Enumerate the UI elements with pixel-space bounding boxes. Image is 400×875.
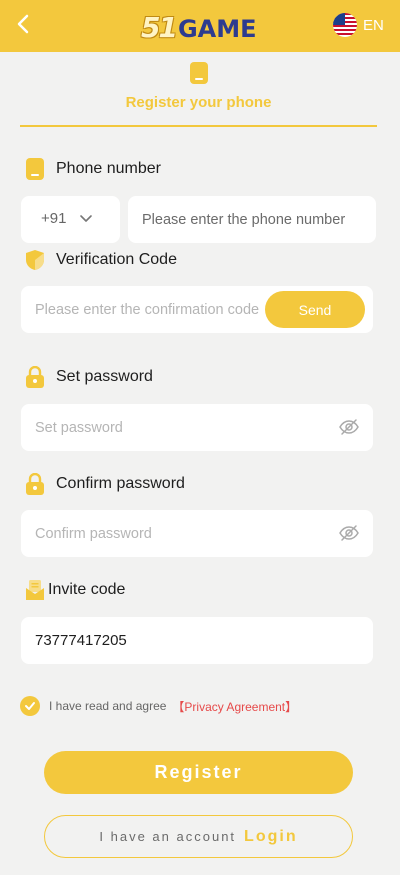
phone-placeholder: Please enter the phone number: [142, 211, 346, 228]
confirm-password-input[interactable]: Confirm password: [21, 510, 373, 557]
confirm-password-label-text: Confirm password: [56, 475, 185, 492]
confirm-password-placeholder: Confirm password: [35, 525, 152, 542]
phone-label-text: Phone number: [56, 160, 161, 177]
phone-input[interactable]: Please enter the phone number: [128, 196, 376, 243]
register-button[interactable]: Register: [44, 751, 353, 794]
us-flag-icon: [333, 13, 357, 37]
logo-word: GAME: [177, 15, 257, 43]
password-label: Set password: [24, 366, 153, 388]
password-input[interactable]: Set password: [21, 404, 373, 451]
shield-icon: [24, 249, 46, 271]
verification-placeholder: Please enter the confirmation code: [35, 301, 260, 318]
back-button[interactable]: [12, 12, 36, 36]
invite-label: Invite code: [24, 579, 125, 601]
register-phone-tab[interactable]: Register your phone: [20, 60, 377, 127]
logo-number: 51: [141, 11, 178, 44]
invite-code-value: 73777417205: [35, 632, 127, 649]
eye-off-icon[interactable]: [339, 524, 359, 547]
lock-icon: [24, 473, 46, 495]
login-label: Login: [244, 827, 298, 845]
country-code-select[interactable]: +91: [21, 196, 120, 243]
invite-icon: [24, 579, 46, 601]
privacy-agreement-link[interactable]: 【Privacy Agreement】: [172, 698, 297, 715]
verification-label: Verification Code: [24, 249, 177, 271]
agreement-text: I have read and agree: [49, 699, 167, 713]
chevron-left-icon: [17, 14, 29, 34]
language-code: EN: [363, 16, 384, 34]
verification-label-text: Verification Code: [56, 251, 177, 268]
tab-label: Register your phone: [125, 94, 272, 111]
login-prefix-text: I have an account: [99, 829, 237, 844]
invite-code-input[interactable]: 73777417205: [21, 617, 373, 664]
invite-label-text: Invite code: [48, 581, 126, 598]
phone-label: Phone number: [24, 158, 161, 180]
password-label-text: Set password: [56, 368, 153, 385]
login-button[interactable]: I have an account Login: [44, 815, 353, 858]
app-logo: 51 GAME: [141, 10, 257, 44]
password-placeholder: Set password: [35, 419, 123, 436]
confirm-password-label: Confirm password: [24, 473, 185, 495]
chevron-down-icon: [79, 212, 93, 231]
eye-off-icon[interactable]: [339, 418, 359, 441]
verification-code-input[interactable]: Please enter the confirmation code Send: [21, 286, 373, 333]
phone-icon: [24, 158, 46, 180]
phone-icon: [189, 61, 209, 90]
lock-icon: [24, 366, 46, 388]
app-header: 51 GAME EN: [0, 0, 400, 52]
country-code-value: +91: [41, 210, 67, 227]
agreement-checkbox[interactable]: [20, 696, 40, 716]
language-selector[interactable]: EN: [333, 13, 384, 37]
agreement-row: I have read and agree 【Privacy Agreement…: [20, 696, 297, 716]
check-icon: [25, 702, 35, 710]
send-code-button[interactable]: Send: [265, 291, 365, 328]
